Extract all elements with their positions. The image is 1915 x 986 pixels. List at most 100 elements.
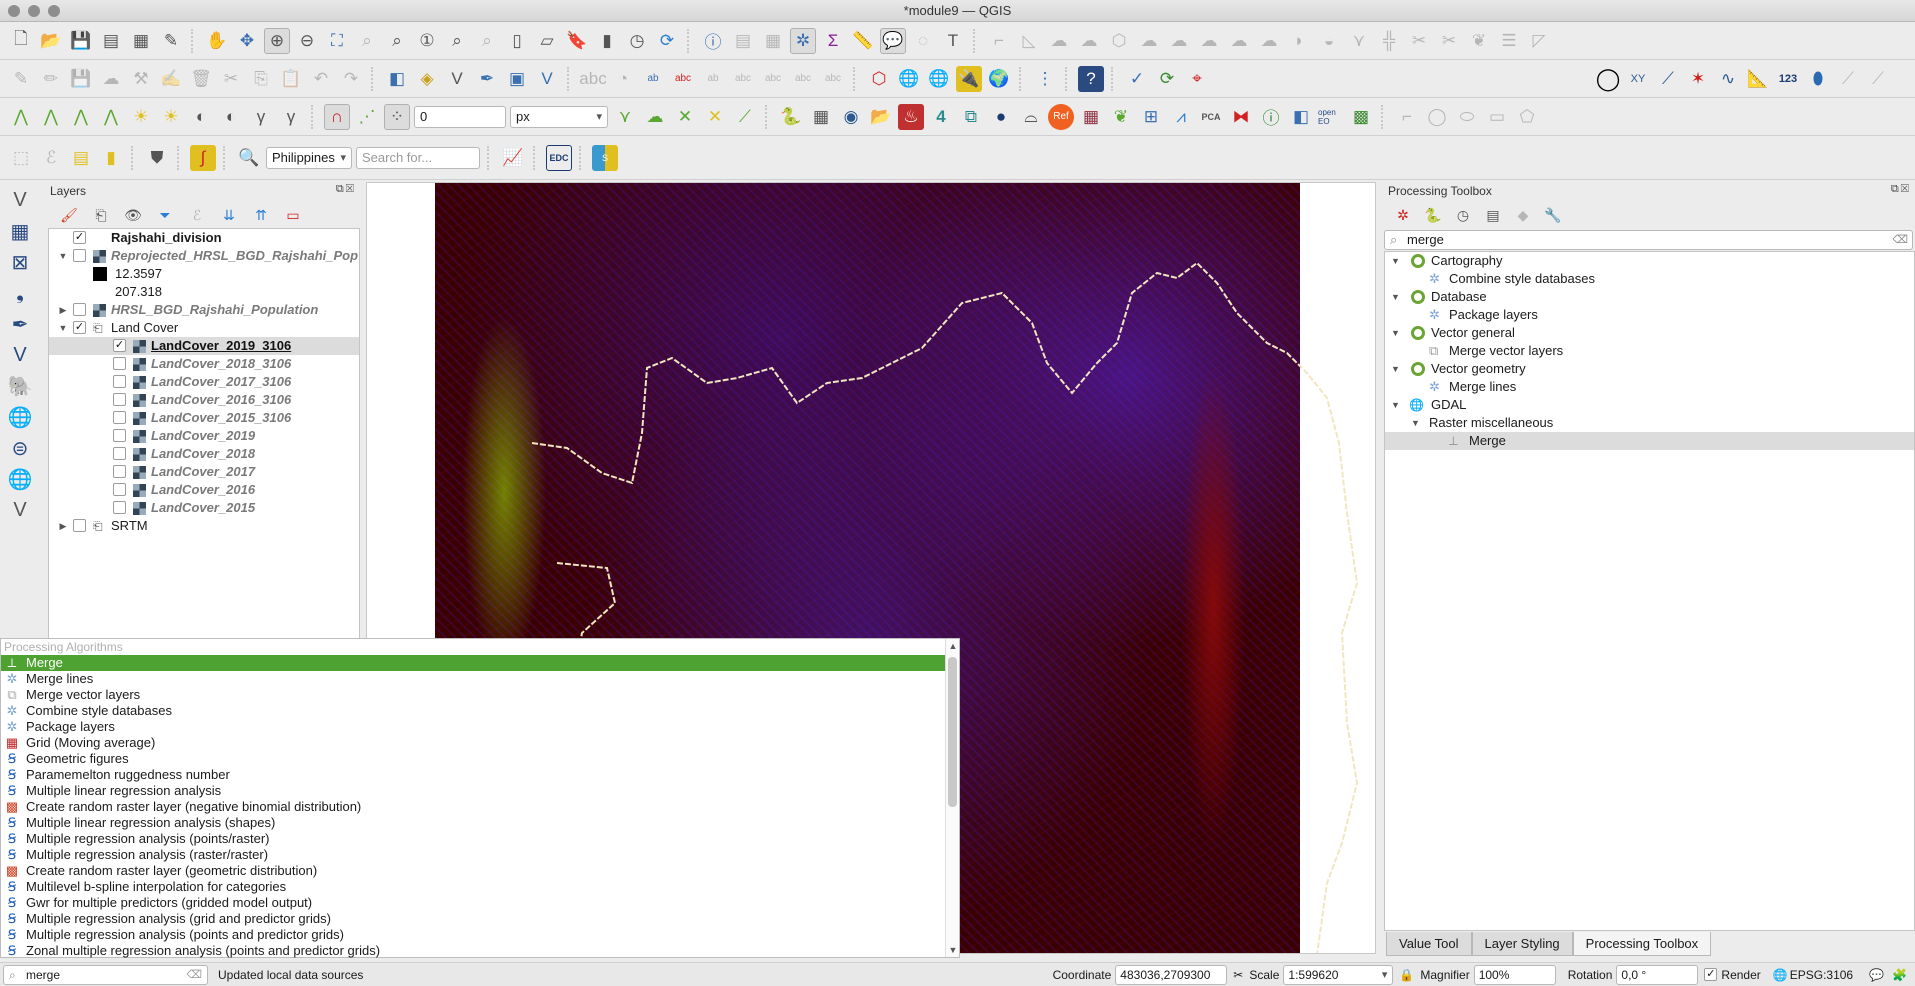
- toolbox-tree[interactable]: ▼ Cartography ✲ Combine style databases ▼ Dat…: [1384, 251, 1915, 931]
- ring-icon[interactable]: ◯: [1595, 66, 1621, 92]
- dock-tab[interactable]: Layer Styling: [1471, 932, 1573, 956]
- layer-row[interactable]: LandCover_2015_3106: [49, 409, 359, 427]
- new-geopackage-layer-icon[interactable]: ◧: [384, 66, 410, 92]
- options-icon[interactable]: 🔧: [1540, 202, 1566, 228]
- results-viewer-icon[interactable]: ▤: [1480, 202, 1506, 228]
- histogram-stretch-2-icon[interactable]: ⋀: [38, 104, 64, 130]
- identify-icon[interactable]: ⓘ: [700, 28, 726, 54]
- layer-visibility-checkbox[interactable]: [113, 465, 126, 478]
- current-edits-icon[interactable]: ✎: [8, 66, 34, 92]
- save-edits-icon[interactable]: 💾: [68, 66, 94, 92]
- toggle-editing-icon[interactable]: ✏: [38, 66, 64, 92]
- split-parts-icon[interactable]: ✂: [1436, 28, 1462, 54]
- topology-checker-icon[interactable]: ✓: [1124, 66, 1150, 92]
- layers-panel-float-close-icons[interactable]: ⧉☒: [336, 183, 356, 196]
- scripts-icon[interactable]: 🐍: [1420, 202, 1446, 228]
- plugin-update-icon[interactable]: 🧩: [1892, 968, 1907, 982]
- pan-to-selection-icon[interactable]: ✥: [234, 28, 260, 54]
- brightness-down-icon[interactable]: ☀: [158, 104, 184, 130]
- layer-visibility-checkbox[interactable]: [113, 501, 126, 514]
- collapse-arrow-icon[interactable]: ▼: [1391, 288, 1400, 306]
- circle-digitize-icon[interactable]: ◯: [1424, 104, 1450, 130]
- algorithm-result-item[interactable]: ✲ Merge lines: [1, 671, 959, 687]
- layer-visibility-checkbox[interactable]: [113, 357, 126, 370]
- rotation-input[interactable]: 0,0 °: [1616, 964, 1699, 985]
- crs-button[interactable]: EPSG:3106: [1790, 968, 1853, 982]
- hexagon-icon[interactable]: ⬡: [866, 66, 892, 92]
- qgis-cloud-icon[interactable]: ◉: [838, 104, 864, 130]
- add-feature-icon[interactable]: ☁: [98, 66, 124, 92]
- show-hide-label-icon[interactable]: abc: [730, 66, 756, 92]
- locator-results-list[interactable]: ⟂ Merge ✲ Merge lines ⧉ Merge vector layers ✲ C…: [1, 655, 959, 959]
- layers-tree[interactable]: ✓ Rajshahi_division ▼ Reprojected_HRSL_BGD_…: [48, 228, 360, 640]
- layer-visibility-checkbox[interactable]: [113, 375, 126, 388]
- collapse-arrow-icon[interactable]: ▼: [1391, 360, 1400, 378]
- toolbox-tree-item[interactable]: ✲ Merge lines: [1385, 378, 1914, 396]
- snap-polygon-icon[interactable]: ☁: [642, 104, 668, 130]
- new-bookmark-icon[interactable]: ▯: [504, 28, 530, 54]
- layer-row[interactable]: LandCover_2018: [49, 445, 359, 463]
- add-wms-icon[interactable]: 🌐: [5, 404, 35, 430]
- python-console-icon[interactable]: 🐍: [778, 104, 804, 130]
- rotate-point-symbols-icon[interactable]: ◸: [1526, 28, 1552, 54]
- dock-tab[interactable]: Processing Toolbox: [1572, 932, 1712, 956]
- network-plugin-icon[interactable]: ⩘: [1168, 104, 1194, 130]
- undo-icon[interactable]: ↶: [308, 66, 334, 92]
- add-group-icon[interactable]: ⎗: [88, 202, 114, 228]
- digitize-icon[interactable]: ⌐: [986, 28, 1012, 54]
- algorithm-result-item[interactable]: ▦ Grid (Moving average): [1, 735, 959, 751]
- layout-manager-icon[interactable]: ▦: [128, 28, 154, 54]
- layer-visibility-checkbox[interactable]: [73, 519, 86, 532]
- crosshair-icon[interactable]: ⌖: [1184, 66, 1210, 92]
- lock-scale-icon[interactable]: 🔒: [1399, 968, 1414, 982]
- layer-row[interactable]: 207.318: [49, 283, 359, 301]
- cut-features-icon[interactable]: ✂: [218, 66, 244, 92]
- new-shapefile-layer-icon[interactable]: ◈: [414, 66, 440, 92]
- layer-visibility-checkbox[interactable]: [113, 447, 126, 460]
- save-project-icon[interactable]: 💾: [68, 28, 94, 54]
- metasearch-icon[interactable]: 🌍: [986, 66, 1012, 92]
- diagram-icon[interactable]: ◔: [610, 66, 636, 92]
- geocoder-search-input[interactable]: Search for...: [356, 146, 480, 169]
- measure-icon[interactable]: 📏: [850, 28, 876, 54]
- snapping-magnet-icon[interactable]: ∩: [324, 103, 350, 130]
- select-feature-icon[interactable]: ⬚: [8, 145, 34, 171]
- layer-row[interactable]: ▶ ⎗ SRTM: [49, 517, 359, 535]
- layer-name[interactable]: SRTM: [111, 517, 148, 535]
- zoom-to-layer-icon[interactable]: ⌕: [384, 28, 410, 54]
- algorithm-result-item[interactable]: ⧉ Merge vector layers: [1, 687, 959, 703]
- layer-name[interactable]: Rajshahi_division: [111, 229, 222, 247]
- snap-self-icon[interactable]: ✕: [702, 104, 728, 130]
- tracing-icon[interactable]: ⟋: [732, 104, 758, 130]
- select-by-expression-icon[interactable]: ℰ: [38, 145, 64, 171]
- layer-visibility-checkbox[interactable]: [73, 303, 86, 316]
- delete-ring-icon[interactable]: ☁: [1226, 28, 1252, 54]
- shield-plugin-icon[interactable]: ⛊: [144, 145, 170, 171]
- toolbox-tree-item[interactable]: ▼ 🌐 GDAL: [1385, 396, 1914, 414]
- layer-visibility-checkbox[interactable]: ✓: [73, 231, 86, 244]
- route-plugin-icon[interactable]: ∫: [190, 144, 216, 171]
- clear-search-icon[interactable]: ⌫: [1892, 231, 1908, 249]
- shape-digitize-icon[interactable]: ⌐: [1394, 104, 1420, 130]
- algorithm-result-item[interactable]: Ꞩ Multiple regression analysis (raster/ra…: [1, 847, 959, 863]
- zoom-next-icon[interactable]: ⌕: [474, 28, 500, 54]
- layer-name[interactable]: LandCover_2015: [151, 499, 255, 517]
- layer-name[interactable]: LandCover_2017: [151, 463, 255, 481]
- pan-icon[interactable]: ✋: [204, 28, 230, 54]
- leaf-plugin-icon[interactable]: ❦: [1108, 104, 1134, 130]
- layer-name[interactable]: Land Cover: [111, 319, 178, 337]
- snap-intersection-icon[interactable]: ✕: [672, 104, 698, 130]
- toolbox-tree-item[interactable]: ▼ Cartography: [1385, 252, 1914, 270]
- new-3d-map-icon[interactable]: ▱: [534, 28, 560, 54]
- toolbox-float-close-icons[interactable]: ⧉☒: [1891, 183, 1911, 196]
- layer-visibility-checkbox[interactable]: [113, 429, 126, 442]
- layer-visibility-checkbox[interactable]: [113, 483, 126, 496]
- models-icon[interactable]: ✲: [1390, 202, 1416, 228]
- algorithm-result-item[interactable]: Ꞩ Multiple linear regression analysis (sh…: [1, 815, 959, 831]
- paste-features-icon[interactable]: 📋: [278, 66, 304, 92]
- render-checkbox[interactable]: ✓: [1704, 968, 1718, 981]
- algorithm-result-item[interactable]: Ꞩ Multilevel b-spline interpolation for c…: [1, 879, 959, 895]
- close-window-button[interactable]: [8, 5, 20, 17]
- expand-arrow-icon[interactable]: ▶: [57, 301, 69, 319]
- add-vector-layer-icon[interactable]: V: [5, 187, 35, 213]
